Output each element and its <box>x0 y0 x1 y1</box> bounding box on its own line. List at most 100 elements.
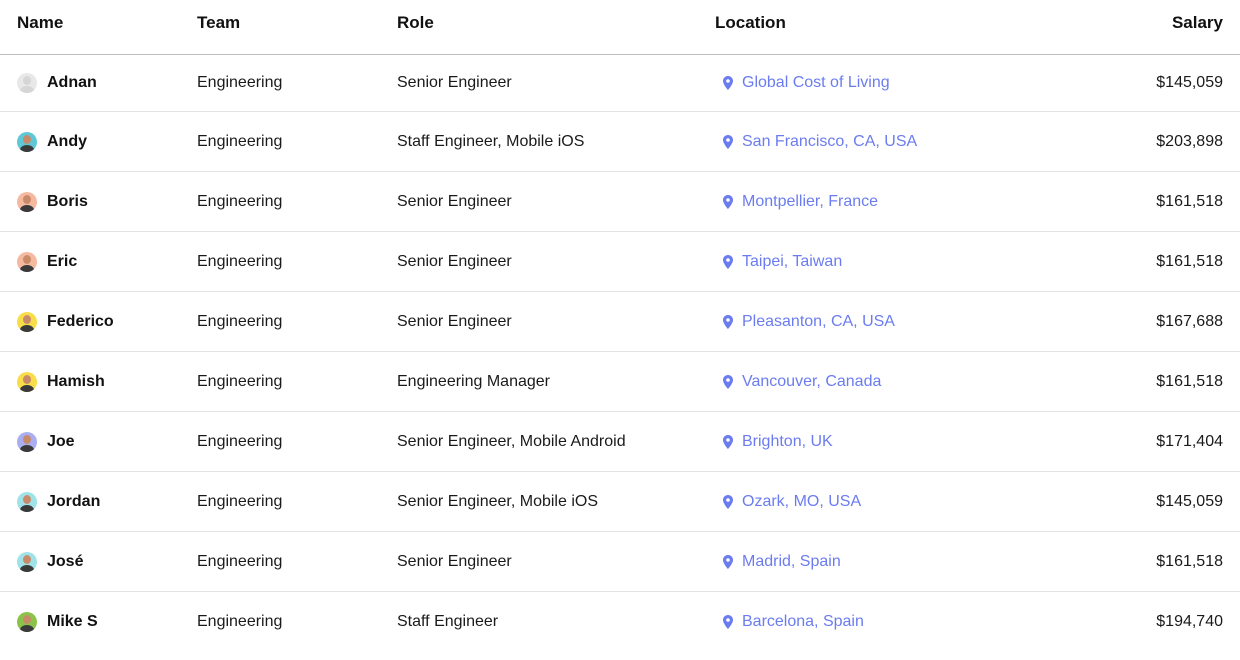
salary-value: $161,518 <box>1156 192 1223 210</box>
name-cell: Boris <box>0 191 197 212</box>
location-pin-icon <box>723 554 733 569</box>
salary-value: $203,898 <box>1156 132 1223 150</box>
location-link[interactable]: Barcelona, Spain <box>742 613 864 631</box>
employee-name[interactable]: Federico <box>47 313 114 331</box>
avatar-body-icon <box>20 324 34 332</box>
location-pin-icon <box>723 76 733 90</box>
role-cell: Senior Engineer <box>397 192 512 210</box>
employee-name[interactable]: Eric <box>47 253 77 271</box>
column-header-name[interactable]: Name <box>0 13 197 33</box>
team-cell: Engineering <box>197 132 283 150</box>
salary-cell: $145,059 <box>1115 74 1240 92</box>
salary-value: $194,740 <box>1156 613 1223 630</box>
location-cell: Taipei, Taiwan <box>715 253 1115 271</box>
employee-name[interactable]: Mike S <box>47 613 98 631</box>
avatar-body-icon <box>20 625 34 632</box>
location-link[interactable]: Taipei, Taiwan <box>742 253 842 271</box>
salary-cell: $161,518 <box>1115 553 1240 571</box>
table-row[interactable]: Jordan Engineering Senior Engineer, Mobi… <box>0 472 1240 532</box>
employee-name[interactable]: Adnan <box>47 74 97 92</box>
table-body: Adnan Engineering Senior Engineer Global… <box>0 55 1240 652</box>
name-cell: Federico <box>0 311 197 332</box>
column-header-team[interactable]: Team <box>197 13 397 33</box>
salary-value: $145,059 <box>1156 492 1223 510</box>
location-link[interactable]: Brighton, UK <box>742 433 833 451</box>
avatar-head-icon <box>23 494 31 504</box>
team-cell: Engineering <box>197 252 283 270</box>
team-cell: Engineering <box>197 613 283 630</box>
location-link[interactable]: Global Cost of Living <box>742 74 890 92</box>
salary-value: $161,518 <box>1156 552 1223 570</box>
location-link[interactable]: Ozark, MO, USA <box>742 493 861 511</box>
team-cell: Engineering <box>197 312 283 330</box>
location-link[interactable]: Vancouver, Canada <box>742 373 881 391</box>
salary-value: $161,518 <box>1156 252 1223 270</box>
role-cell: Senior Engineer, Mobile iOS <box>397 492 598 510</box>
avatar-user-photo-icon <box>17 551 37 572</box>
table-row[interactable]: Boris Engineering Senior Engineer Montpe… <box>0 172 1240 232</box>
employee-name[interactable]: Hamish <box>47 373 105 391</box>
avatar-user-photo-icon <box>17 431 37 452</box>
role-cell: Staff Engineer, Mobile iOS <box>397 132 585 150</box>
employee-name[interactable]: Joe <box>47 433 75 451</box>
employee-name[interactable]: Boris <box>47 193 88 211</box>
salary-cell: $203,898 <box>1115 133 1240 151</box>
table-row[interactable]: Adnan Engineering Senior Engineer Global… <box>0 55 1240 112</box>
salary-value: $145,059 <box>1156 74 1223 91</box>
avatar-body-icon <box>20 204 34 212</box>
column-header-salary[interactable]: Salary <box>1115 13 1240 33</box>
table-row[interactable]: Joe Engineering Senior Engineer, Mobile … <box>0 412 1240 472</box>
avatar-head-icon <box>23 76 31 85</box>
location-link[interactable]: San Francisco, CA, USA <box>742 133 917 151</box>
table-header: Name Team Role Location Salary <box>0 0 1240 55</box>
name-cell: José <box>0 551 197 572</box>
name-cell: Jordan <box>0 491 197 512</box>
avatar-user-photo-icon <box>17 311 37 332</box>
role-cell: Engineering Manager <box>397 372 550 390</box>
location-pin-icon <box>723 134 733 149</box>
table-row[interactable]: Andy Engineering Staff Engineer, Mobile … <box>0 112 1240 172</box>
avatar-head-icon <box>23 314 31 324</box>
salary-value: $171,404 <box>1156 432 1223 450</box>
name-cell: Hamish <box>0 371 197 392</box>
employee-name[interactable]: Andy <box>47 133 87 151</box>
location-link[interactable]: Montpellier, France <box>742 193 878 211</box>
salary-cell: $161,518 <box>1115 253 1240 271</box>
avatar-user-photo-icon <box>17 371 37 392</box>
salary-cell: $145,059 <box>1115 493 1240 511</box>
location-link[interactable]: Madrid, Spain <box>742 553 841 571</box>
avatar-head-icon <box>23 134 31 144</box>
location-pin-icon <box>723 194 733 209</box>
location-pin-icon <box>723 494 733 509</box>
salary-cell: $161,518 <box>1115 193 1240 211</box>
salary-cell: $194,740 <box>1115 613 1240 631</box>
column-header-location[interactable]: Location <box>715 13 1115 33</box>
role-cell: Senior Engineer <box>397 252 512 270</box>
salary-cell: $171,404 <box>1115 433 1240 451</box>
table-row[interactable]: Mike S Engineering Staff Engineer Barcel… <box>0 592 1240 652</box>
avatar-user-photo-icon <box>17 191 37 212</box>
location-link[interactable]: Pleasanton, CA, USA <box>742 313 895 331</box>
employee-table: Name Team Role Location Salary Adnan Eng… <box>0 0 1240 652</box>
location-cell: Pleasanton, CA, USA <box>715 313 1115 331</box>
location-pin-icon <box>723 374 733 389</box>
name-cell: Eric <box>0 251 197 272</box>
table-row[interactable]: José Engineering Senior Engineer Madrid,… <box>0 532 1240 592</box>
avatar-user-photo-icon <box>17 251 37 272</box>
avatar-body-icon <box>20 144 34 152</box>
role-cell: Senior Engineer, Mobile Android <box>397 432 626 450</box>
location-cell: Vancouver, Canada <box>715 373 1115 391</box>
salary-cell: $161,518 <box>1115 373 1240 391</box>
avatar-user-photo-icon <box>17 131 37 152</box>
avatar-head-icon <box>23 254 31 264</box>
avatar-body-icon <box>20 264 34 272</box>
avatar-body-icon <box>20 444 34 452</box>
employee-name[interactable]: José <box>47 553 83 571</box>
employee-name[interactable]: Jordan <box>47 493 100 511</box>
table-row[interactable]: Eric Engineering Senior Engineer Taipei,… <box>0 232 1240 292</box>
table-row[interactable]: Hamish Engineering Engineering Manager V… <box>0 352 1240 412</box>
team-cell: Engineering <box>197 192 283 210</box>
table-row[interactable]: Federico Engineering Senior Engineer Ple… <box>0 292 1240 352</box>
column-header-role[interactable]: Role <box>397 13 715 33</box>
salary-value: $161,518 <box>1156 372 1223 390</box>
